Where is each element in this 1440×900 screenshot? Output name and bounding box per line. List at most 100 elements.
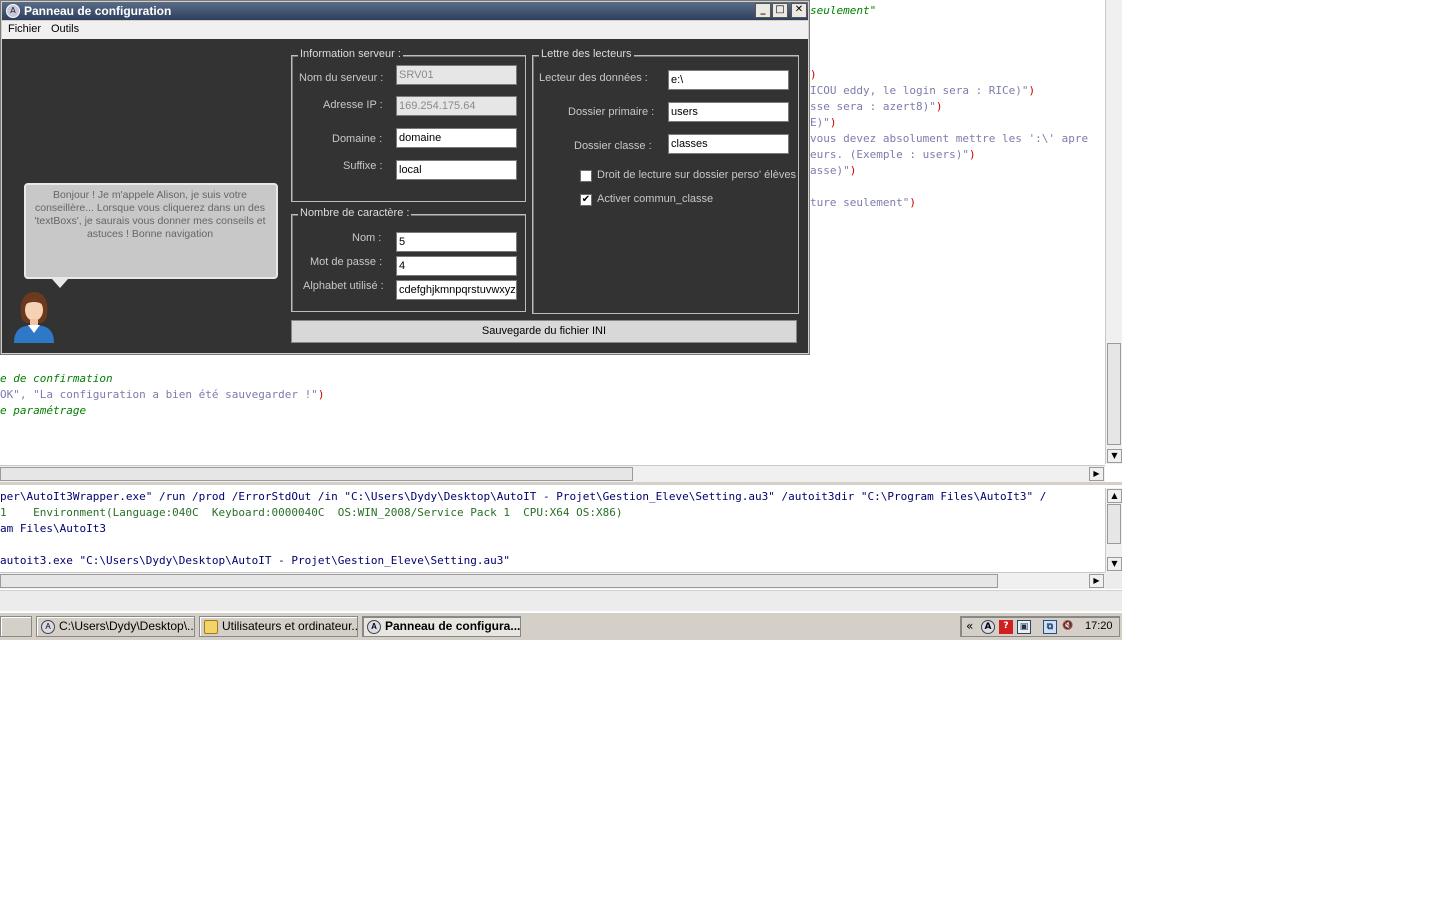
dialog-client-area: Bonjour ! Je m'appele Alison, je suis vo… [2,39,808,353]
code-paren: ) [1028,84,1036,97]
read-right-label: Droit de lecture sur dossier perso' élèv… [597,169,796,181]
output-scroll-thumb[interactable] [1107,504,1121,544]
scroll-up-arrow-icon[interactable]: ▲ [1107,489,1122,503]
task-label: Utilisateurs et ordinateur... [222,619,358,633]
volume-muted-icon[interactable]: 🔇 [1061,620,1075,634]
title-bar[interactable]: A Panneau de configuration _ □ ✕ [2,2,808,20]
assistant-avatar-icon [14,292,54,343]
code-text: per\AutoIt3Wrapper.exe" /run /prod /Erro… [0,490,1047,503]
editor-statusbar [0,590,1122,611]
name-length-field[interactable]: 5 [396,232,517,252]
close-button[interactable]: ✕ [791,3,807,18]
system-tray: « A ? ▣ ⧉ 🔇 17:20 [960,616,1120,637]
scroll-right-arrow-icon[interactable]: ▶ [1089,574,1104,588]
group-legend: Lettre des lecteurs [539,48,634,60]
output-horizontal-scrollbar[interactable]: ▶ [0,572,1105,589]
pane-splitter[interactable] [0,482,1122,485]
autoit-tray-icon[interactable]: A [981,620,995,634]
network-tray-icon[interactable]: ⧉ [1043,620,1057,634]
password-length-field[interactable]: 4 [396,256,517,276]
code-line: sse sera : azert8)") [810,99,942,115]
group-drive-letters: Lettre des lecteurs [532,48,799,314]
password-length-label: Mot de passe : [310,256,383,268]
code-text: ture seulement" [810,196,910,209]
alphabet-field[interactable]: cdefghjkmnpqrstuvwxyz [396,280,517,300]
class-folder-label: Dossier classe : [574,140,652,152]
code-text: vous devez absolument mettre les ':\' ap… [810,132,1089,145]
code-paren: ) [968,148,976,161]
display-tray-icon[interactable]: ▣ [1017,620,1031,634]
minimize-button[interactable]: _ [755,3,771,18]
code-text: ICOU eddy, le login sera : RICe)" [810,84,1029,97]
menu-bar: Fichier Outils [2,21,808,39]
save-ini-button[interactable]: Sauvegarde du fichier INI [291,320,797,343]
output-vertical-scrollbar[interactable]: ▲ ▼ [1105,488,1122,572]
scroll-down-arrow-icon[interactable]: ▼ [1107,449,1122,463]
tray-expand-chevron-icon[interactable]: « [966,619,973,633]
scroll-right-arrow-icon[interactable]: ▶ [1089,467,1104,481]
code-line: ICOU eddy, le login sera : RICe)") [810,83,1035,99]
code-line: 1 Environment(Language:040C Keyboard:000… [0,505,623,521]
code-paren: ) [935,100,943,113]
config-dialog: A Panneau de configuration _ □ ✕ Fichier… [0,0,810,355]
code-line: seulement" [810,3,876,19]
primary-folder-label: Dossier primaire : [568,106,655,118]
primary-folder-field[interactable]: users [668,102,789,122]
checkmark-icon: ✔ [581,194,591,205]
code-paren: ) [909,196,916,209]
code-text: e de confirmation [0,372,113,385]
start-button[interactable] [0,616,32,637]
code-line: OK", "La configuration a bien été sauveg… [0,387,325,403]
code-text: e paramétrage [0,404,87,417]
editor-hscroll-thumb[interactable] [0,467,633,481]
group-legend: Information serveur : [298,48,403,60]
code-text: am Files\AutoIt3 [0,522,106,535]
clock[interactable]: 17:20 [1085,620,1113,632]
maximize-button[interactable]: □ [772,3,788,18]
read-right-checkbox[interactable] [580,170,592,182]
domain-label: Domaine : [332,133,383,145]
code-line: eurs. (Exemple : users)") [810,147,976,163]
menu-fichier[interactable]: Fichier [8,23,41,35]
data-drive-label: Lecteur des données : [539,72,648,84]
suffix-field[interactable]: local [396,160,517,180]
code-text: OK", "La configuration a bien été sauveg… [0,388,318,401]
code-line: e paramétrage [0,403,86,419]
name-length-label: Nom : [352,232,382,244]
domain-field[interactable]: domaine [396,128,517,148]
ip-address-field: 169.254.175.64 [396,96,517,116]
class-folder-field[interactable]: classes [668,134,789,154]
window-title: Panneau de configuration [24,4,172,18]
code-line: am Files\AutoIt3 [0,521,106,537]
taskbar-item-scite[interactable]: A C:\Users\Dydy\Desktop\... [36,616,195,637]
scroll-down-arrow-icon[interactable]: ▼ [1107,557,1122,571]
assistant-speech-bubble: Bonjour ! Je m'appele Alison, je suis vo… [24,183,278,279]
editor-vertical-scrollbar[interactable]: ▼ [1105,0,1122,464]
code-line: e de confirmation [0,371,113,387]
taskbar-item-users-computers[interactable]: Utilisateurs et ordinateur... [199,616,358,637]
code-paren: ) [829,116,837,129]
menu-outils[interactable]: Outils [51,23,79,35]
editor-horizontal-scrollbar[interactable]: ▶ [0,465,1105,482]
code-line: ture seulement") [810,195,916,211]
taskbar: A C:\Users\Dydy\Desktop\... Utilisateurs… [0,612,1122,640]
autoit-icon: A [41,620,55,634]
code-text: eurs. (Exemple : users)" [810,148,969,161]
task-label: Panneau de configura... [385,619,521,633]
group-legend: Nombre de caractère : [298,207,412,219]
help-tray-icon[interactable]: ? [999,620,1013,634]
data-drive-field[interactable]: e:\ [668,70,789,90]
alphabet-label: Alphabet utilisé : [303,280,384,292]
code-paren: ) [849,164,857,177]
code-text: ) [810,68,817,81]
editor-scroll-thumb[interactable] [1107,343,1121,445]
output-hscroll-thumb[interactable] [0,574,998,588]
taskbar-item-config-panel[interactable]: A Panneau de configura... [362,616,521,637]
suffix-label: Suffixe : [343,160,383,172]
server-name-label: Nom du serveur : [299,72,384,84]
code-text: 1 Environment(Language:040C Keyboard:000… [0,506,623,519]
code-paren: ) [317,388,325,401]
scrollbar-corner [1105,572,1122,589]
code-line: autoit3.exe "C:\Users\Dydy\Desktop\AutoI… [0,553,510,569]
commun-classe-checkbox[interactable]: ✔ [580,194,592,206]
